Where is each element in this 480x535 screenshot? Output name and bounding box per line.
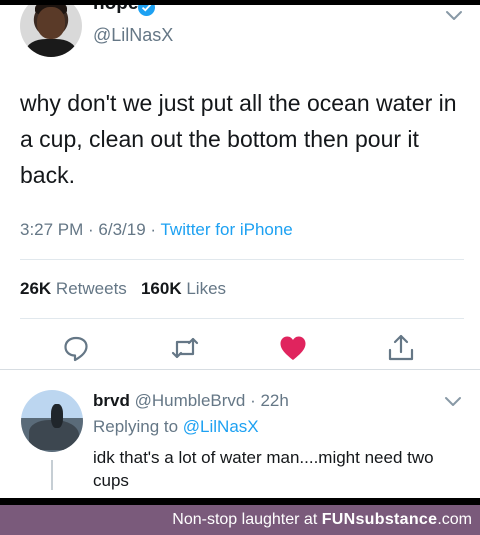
author-name[interactable]: nope <box>93 5 138 15</box>
tweet-source[interactable]: Twitter for iPhone <box>160 220 292 239</box>
action-bar <box>0 333 480 369</box>
caret-down-icon[interactable] <box>444 9 464 23</box>
tweet-text: why don't we just put all the ocean wate… <box>20 90 457 188</box>
replying-mention[interactable]: @LilNasX <box>183 417 259 436</box>
verified-icon <box>138 5 155 16</box>
replying-label: Replying to <box>93 417 183 436</box>
reply-author-avatar[interactable] <box>21 390 83 452</box>
share-icon[interactable] <box>386 333 416 363</box>
watermark-prefix: Non-stop laughter at <box>172 511 322 528</box>
reply-handle-time[interactable]: @HumbleBrvd · 22h <box>135 391 289 410</box>
tweet-card: nope @LilNasX why don't we just put all … <box>0 5 480 498</box>
watermark-suffix: .com <box>437 511 472 528</box>
likes-count: 160K <box>140 279 182 298</box>
reply-icon[interactable] <box>61 333 91 363</box>
retweets-stat[interactable]: 26K Retweets <box>20 279 127 298</box>
watermark-bar: Non-stop laughter at FUNsubstance.com <box>0 505 480 535</box>
thread-line <box>51 460 53 490</box>
caret-down-icon[interactable] <box>443 395 463 409</box>
likes-label: Likes <box>186 279 227 298</box>
reply-header: brvd @HumbleBrvd · 22h <box>93 391 289 411</box>
retweets-count: 26K <box>20 279 52 298</box>
retweets-label: Retweets <box>55 279 127 298</box>
likes-stat[interactable]: 160K Likes <box>141 279 226 298</box>
divider <box>20 259 464 260</box>
like-icon[interactable] <box>278 333 308 363</box>
retweet-icon[interactable] <box>170 333 200 363</box>
author-avatar[interactable] <box>20 5 82 57</box>
tweet-stats: 26K Retweets 160K Likes <box>20 279 226 299</box>
reply-text: idk that's a lot of water man....might n… <box>93 448 434 490</box>
watermark-text: Non-stop laughter at FUNsubstance.com <box>172 511 472 529</box>
tweet-meta: 3:27 PM · 6/3/19 · Twitter for iPhone <box>20 220 293 240</box>
watermark-brand: FUNsubstance <box>321 511 438 528</box>
reply-author-name[interactable]: brvd <box>93 391 130 410</box>
tweet-timestamp[interactable]: 3:27 PM · 6/3/19 · <box>20 220 160 239</box>
divider <box>0 369 480 370</box>
replying-to: Replying to @LilNasX <box>93 417 259 437</box>
divider <box>20 318 464 319</box>
author-handle[interactable]: @LilNasX <box>93 25 173 46</box>
